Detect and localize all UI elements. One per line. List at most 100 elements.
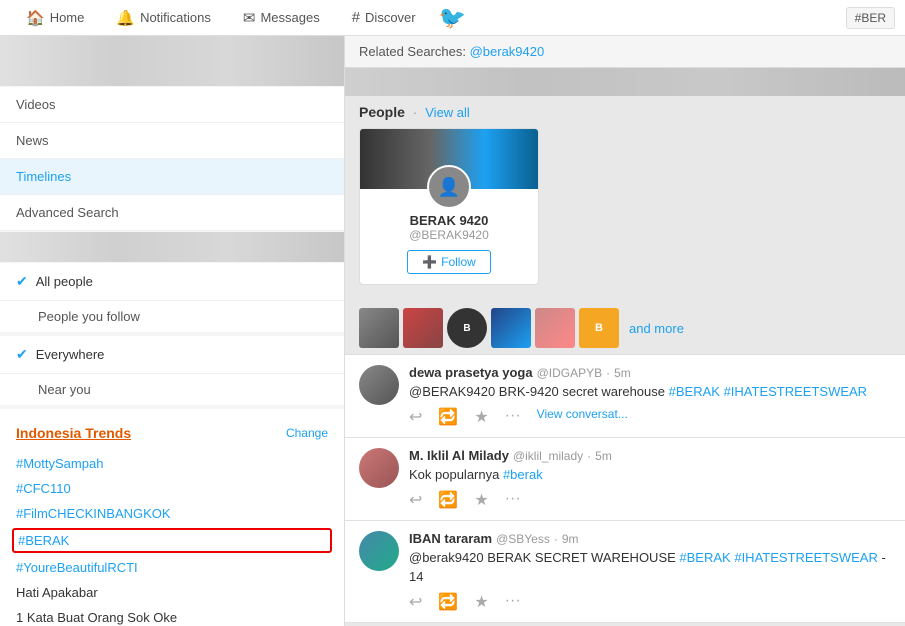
tweet-handle-3: @SBYess: [496, 532, 550, 546]
nav-messages[interactable]: ✉ Messages: [227, 0, 336, 36]
sidebar-item-news[interactable]: News: [0, 123, 344, 159]
thumbnail-5[interactable]: [535, 308, 575, 348]
tweet-hashtag-berak-2[interactable]: #berak: [503, 467, 543, 482]
people-you-follow-filter[interactable]: People you follow: [0, 300, 344, 332]
thumbnail-4[interactable]: [491, 308, 531, 348]
profile-card-container: 👤 BERAK 9420 @BERAK9420 ➕ Follow: [345, 128, 905, 302]
tweet-header-2: M. Iklil Al Milady @iklil_milady · 5m: [409, 448, 891, 463]
trend-label-0: #MottySampah: [16, 456, 103, 471]
trend-label-1: #CFC110: [16, 481, 71, 496]
more-icon-2[interactable]: ···: [505, 490, 521, 510]
trend-item-berak[interactable]: #BERAK: [12, 528, 332, 553]
tweet-actions-3: ↩ 🔁 ★ ···: [409, 592, 891, 612]
trend-item-1[interactable]: #CFC110: [0, 476, 344, 501]
nav-messages-label: Messages: [260, 10, 319, 25]
trend-item-4[interactable]: #YoureBeautifulRCTI: [0, 555, 344, 580]
favorite-icon-3[interactable]: ★: [474, 592, 488, 612]
tweet-avatar-1[interactable]: [359, 365, 399, 405]
bell-icon: 🔔: [116, 9, 135, 27]
tweet-header-1: dewa prasetya yoga @IDGAPYB · 5m: [409, 365, 891, 380]
related-searches-label: Related Searches:: [359, 44, 466, 59]
tweet-hashtag-berak-1[interactable]: #BERAK: [669, 384, 720, 399]
tweet-1: dewa prasetya yoga @IDGAPYB · 5m @BERAK9…: [345, 355, 905, 438]
thumbnail-2[interactable]: [403, 308, 443, 348]
favorite-icon-2[interactable]: ★: [474, 490, 488, 510]
nav-discover-label: Discover: [365, 10, 416, 25]
thumbnails-row: B B and more: [345, 302, 905, 354]
people-filter-section: ✔ All people People you follow: [0, 263, 344, 332]
related-searches-link[interactable]: @berak9420: [470, 44, 545, 59]
near-you-filter[interactable]: Near you: [0, 373, 344, 405]
tweet-content-2: M. Iklil Al Milady @iklil_milady · 5m Ko…: [409, 448, 891, 510]
tweet-content-3: IBAN tararam @SBYess · 9m @berak9420 BER…: [409, 531, 891, 611]
tweet-hashtag-berak-3[interactable]: #BERAK: [679, 550, 730, 565]
nav-right: #BER: [846, 7, 895, 29]
profile-card: 👤 BERAK 9420 @BERAK9420 ➕ Follow: [359, 128, 539, 285]
tweet-time-val-3: 9m: [562, 532, 579, 546]
all-people-filter[interactable]: ✔ All people: [0, 263, 344, 300]
tweet-hashtag-ihate-3[interactable]: #IHATESTREETSWEAR: [734, 550, 878, 565]
tweet-time-1: ·: [606, 366, 610, 380]
sidebar-item-videos[interactable]: Videos: [0, 87, 344, 123]
top-nav: 🏠 Home 🔔 Notifications ✉ Messages # Disc…: [0, 0, 905, 36]
sidebar-menu-section: Videos News Timelines Advanced Search: [0, 87, 344, 231]
profile-banner: 👤: [360, 129, 538, 189]
tweet-text-2: Kok popularnya #berak: [409, 466, 891, 484]
trend-label-2: #FilmCHECKINBANGKOK: [16, 506, 171, 521]
trend-item-0[interactable]: #MottySampah: [0, 451, 344, 476]
main-layout: Videos News Timelines Advanced Search ✔ …: [0, 36, 905, 626]
reply-icon-2[interactable]: ↩: [409, 490, 422, 510]
people-follow-label: People you follow: [38, 309, 140, 324]
trends-title: Indonesia Trends: [16, 425, 131, 441]
check-icon: ✔: [16, 273, 28, 290]
tweet-actions-2: ↩ 🔁 ★ ···: [409, 490, 891, 510]
retweet-icon-1[interactable]: 🔁: [438, 407, 458, 427]
right-content: Related Searches: @berak9420 People · Vi…: [345, 36, 905, 626]
retweet-icon-2[interactable]: 🔁: [438, 490, 458, 510]
trend-item-6[interactable]: 1 Kata Buat Orang Sok Oke: [0, 605, 344, 626]
sidebar-item-advanced-search[interactable]: Advanced Search: [0, 195, 344, 231]
and-more-link[interactable]: and more: [629, 321, 684, 336]
people-header: People · View all: [345, 96, 905, 128]
trends-change[interactable]: Change: [286, 426, 328, 440]
home-icon: 🏠: [26, 9, 45, 27]
trend-label-3: #BERAK: [18, 533, 69, 548]
tweet-text-3: @berak9420 BERAK SECRET WAREHOUSE #BERAK…: [409, 549, 891, 585]
reply-icon-1[interactable]: ↩: [409, 407, 422, 427]
check-icon-2: ✔: [16, 346, 28, 363]
favorite-icon-1[interactable]: ★: [474, 407, 488, 427]
more-icon-3[interactable]: ···: [505, 592, 521, 612]
more-icon-1[interactable]: ···: [505, 407, 521, 427]
view-convo-link-1[interactable]: View conversat...: [537, 407, 628, 427]
tweet-avatar-3[interactable]: [359, 531, 399, 571]
tweet-content-1: dewa prasetya yoga @IDGAPYB · 5m @BERAK9…: [409, 365, 891, 427]
sidebar-item-timelines[interactable]: Timelines: [0, 159, 344, 195]
thumbnail-3[interactable]: B: [447, 308, 487, 348]
twitter-logo: 🐦: [439, 5, 466, 31]
everywhere-label: Everywhere: [36, 347, 105, 362]
tweet-2: M. Iklil Al Milady @iklil_milady · 5m Ko…: [345, 438, 905, 521]
tweet-avatar-2[interactable]: [359, 448, 399, 488]
location-filter-section: ✔ Everywhere Near you: [0, 336, 344, 405]
timelines-label: Timelines: [16, 169, 71, 184]
follow-button[interactable]: ➕ Follow: [407, 250, 491, 274]
related-searches-bar: Related Searches: @berak9420: [345, 36, 905, 68]
thumbnail-1[interactable]: [359, 308, 399, 348]
tweet-actions-1: ↩ 🔁 ★ ··· View conversat...: [409, 407, 891, 427]
nav-home[interactable]: 🏠 Home: [10, 0, 100, 36]
view-all-link[interactable]: View all: [425, 105, 470, 120]
reply-icon-3[interactable]: ↩: [409, 592, 422, 612]
nav-discover[interactable]: # Discover: [336, 0, 432, 36]
trend-item-5[interactable]: Hati Apakabar: [0, 580, 344, 605]
trend-label-4: #YoureBeautifulRCTI: [16, 560, 138, 575]
follow-label: Follow: [441, 255, 476, 269]
follow-plus-icon: ➕: [422, 255, 437, 269]
trend-item-2[interactable]: #FilmCHECKINBANGKOK: [0, 501, 344, 526]
tweet-header-3: IBAN tararam @SBYess · 9m: [409, 531, 891, 546]
thumbnail-6[interactable]: B: [579, 308, 619, 348]
retweet-icon-3[interactable]: 🔁: [438, 592, 458, 612]
nav-notifications[interactable]: 🔔 Notifications: [100, 0, 227, 36]
tweet-hashtag-ihate-1[interactable]: #IHATESTREETSWEAR: [724, 384, 868, 399]
everywhere-filter[interactable]: ✔ Everywhere: [0, 336, 344, 373]
avatar-icon: 👤: [438, 177, 460, 198]
